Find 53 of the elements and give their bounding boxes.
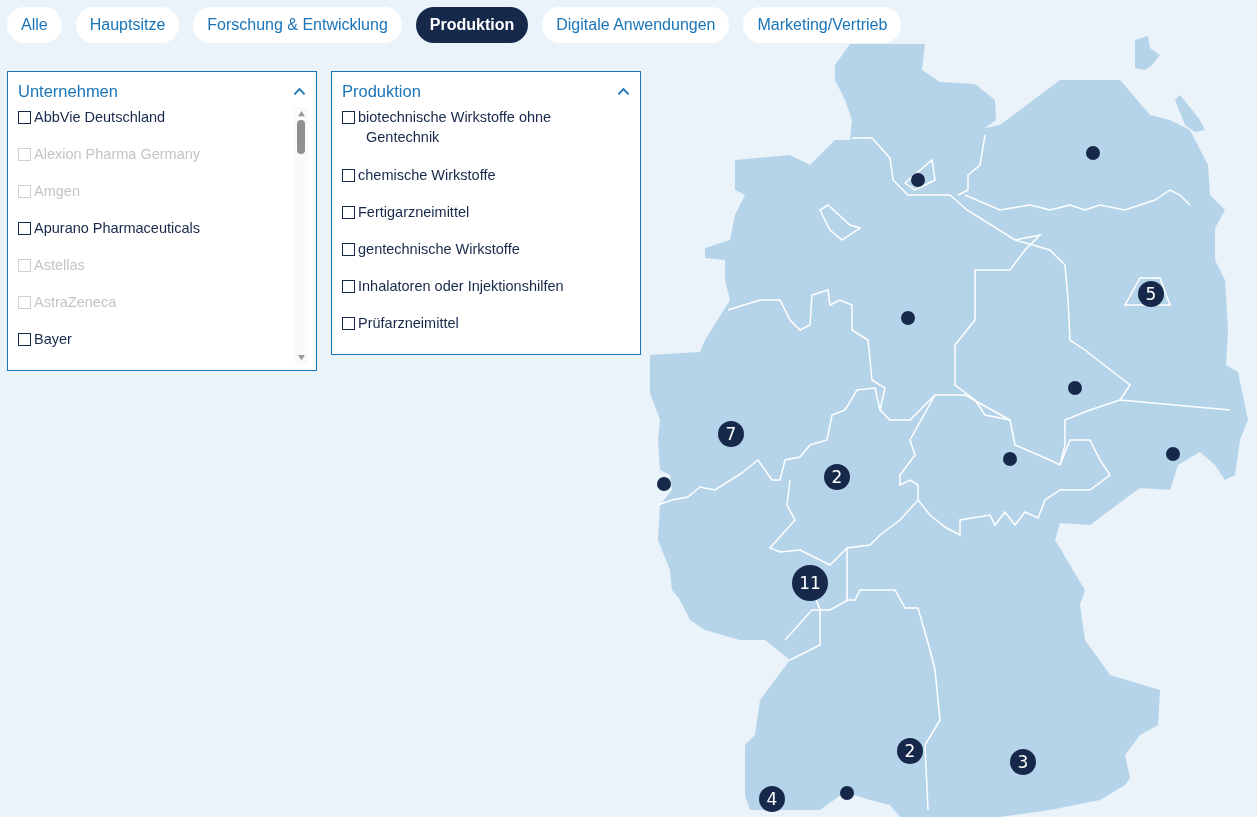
option-label: biotechnische Wirkstoffe ohne Gentechnik <box>358 108 553 147</box>
option-label: Inhalatoren oder Injektionshilfen <box>358 277 564 296</box>
cluster-marker[interactable]: 7 <box>718 421 744 447</box>
scroll-down-arrow-icon[interactable] <box>296 354 306 361</box>
filter-tab[interactable]: Marketing/Vertrieb <box>743 7 902 43</box>
option-label: Astellas <box>34 256 85 275</box>
panel-title: Unternehmen <box>18 82 118 101</box>
cluster-marker[interactable]: 5 <box>1138 281 1164 307</box>
filter-tab[interactable]: Forschung & Entwicklung <box>193 7 402 43</box>
checkbox[interactable] <box>342 111 355 124</box>
cluster-marker[interactable]: 3 <box>1010 749 1036 775</box>
collapse-caret-icon[interactable] <box>617 87 630 96</box>
option-label: AstraZeneca <box>34 293 117 312</box>
checkbox[interactable] <box>342 280 355 293</box>
option-label: Amgen <box>34 182 80 201</box>
checkbox[interactable] <box>342 243 355 256</box>
filter-tab[interactable]: Hauptsitze <box>75 7 180 43</box>
filter-tab[interactable]: Produktion <box>415 7 529 43</box>
cluster-marker[interactable]: 2 <box>897 738 923 764</box>
location-dot[interactable] <box>901 311 915 325</box>
scroll-up-arrow-icon[interactable] <box>296 110 306 117</box>
option-label: Alexion Pharma Germany <box>34 145 200 164</box>
location-dot[interactable] <box>1086 146 1100 160</box>
location-dot[interactable] <box>1068 381 1082 395</box>
option-label: Fertigarzneimittel <box>358 203 470 222</box>
option-label: AbbVie Deutschland <box>34 108 166 127</box>
filter-tab[interactable]: Alle <box>7 7 62 43</box>
island-drawing <box>1135 36 1160 70</box>
option-label: gentechnische Wirkstoffe <box>358 240 520 259</box>
location-dot[interactable] <box>911 173 925 187</box>
checkbox[interactable] <box>342 169 355 182</box>
panel-title: Produktion <box>342 82 421 101</box>
location-dot[interactable] <box>1166 447 1180 461</box>
location-dot[interactable] <box>657 477 671 491</box>
option-label: Apurano Pharmaceuticals <box>34 219 201 238</box>
checkbox[interactable] <box>342 317 355 330</box>
cluster-marker[interactable]: 2 <box>824 464 850 490</box>
option-label: chemische Wirkstoffe <box>358 166 496 185</box>
location-dot[interactable] <box>840 786 854 800</box>
checkbox[interactable] <box>342 206 355 219</box>
checkbox[interactable] <box>18 111 31 124</box>
checkbox[interactable] <box>18 222 31 235</box>
scrollbar-thumb[interactable] <box>297 120 305 154</box>
cluster-marker[interactable]: 11 <box>792 565 828 601</box>
collapse-caret-icon[interactable] <box>293 87 306 96</box>
option-label: Bayer <box>34 330 72 349</box>
cluster-marker[interactable]: 4 <box>759 786 785 812</box>
checkbox[interactable] <box>18 333 31 346</box>
location-dot[interactable] <box>1003 452 1017 466</box>
filter-tab[interactable]: Digitale Anwendungen <box>542 7 730 43</box>
scrollbar[interactable] <box>294 107 308 364</box>
option-label: Prüfarzneimittel <box>358 314 459 333</box>
island-drawing <box>1175 95 1205 132</box>
